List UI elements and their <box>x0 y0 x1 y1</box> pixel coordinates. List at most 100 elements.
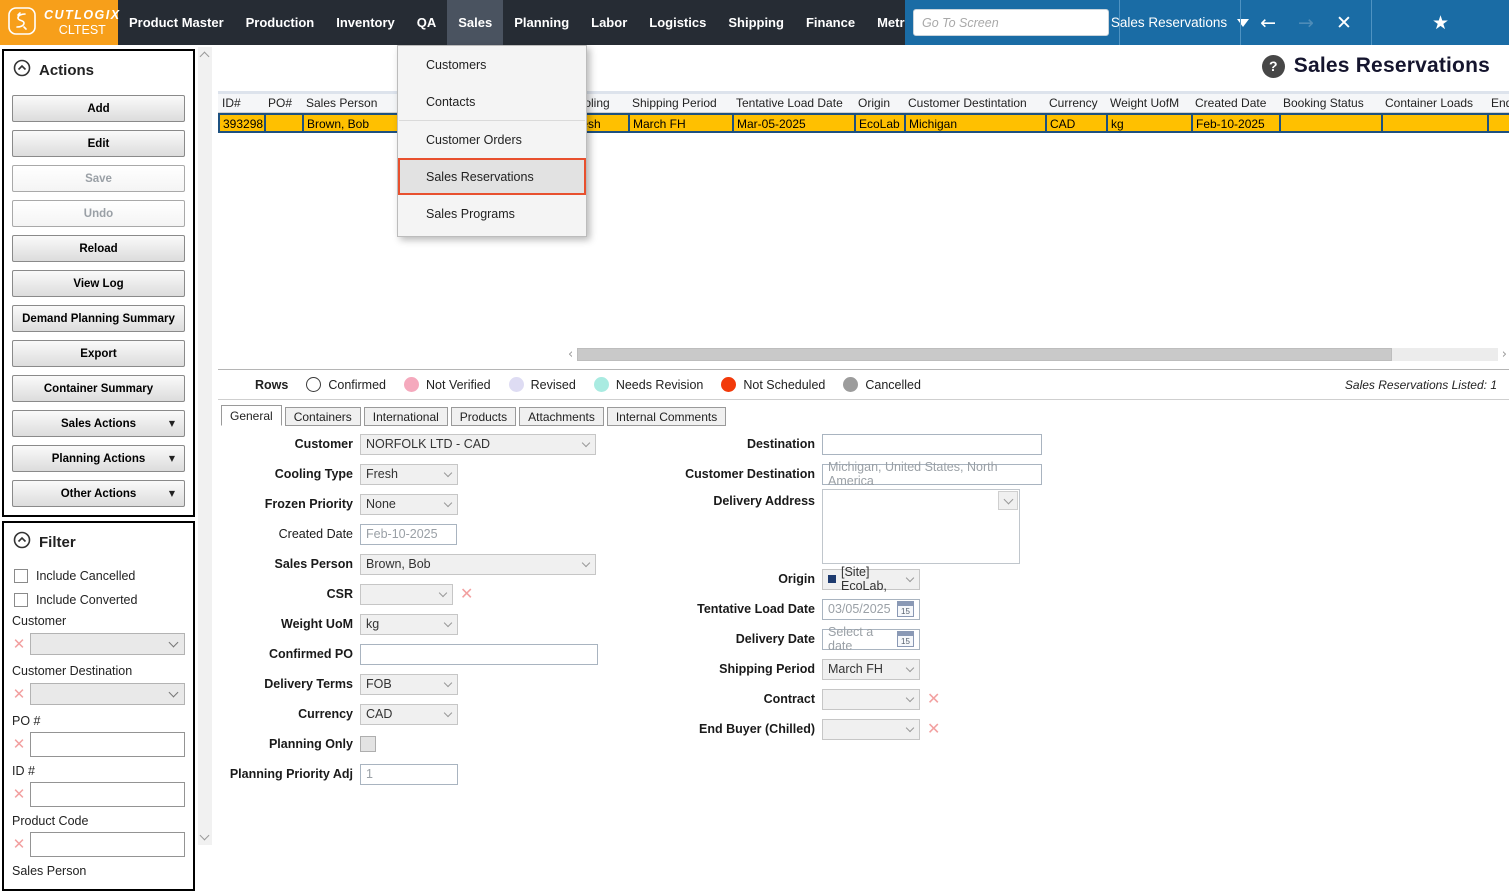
demand-planning-summary-button[interactable]: Demand Planning Summary <box>12 305 185 332</box>
sales-person-select[interactable]: Brown, Bob <box>360 554 596 575</box>
menu-item-finance[interactable]: Finance <box>795 0 866 45</box>
filter-product-code-input[interactable] <box>30 832 185 857</box>
confirmed-po-input[interactable] <box>360 644 598 665</box>
destination-input[interactable] <box>822 434 1042 455</box>
sales-menu-item-sales-reservations[interactable]: Sales Reservations <box>398 158 586 195</box>
filter-customer-destination-select[interactable] <box>30 683 185 705</box>
checkbox-icon[interactable] <box>14 569 28 583</box>
grid-horizontal-scrollbar[interactable]: ‹ › <box>568 347 1507 362</box>
sales-menu-item-sales-programs[interactable]: Sales Programs <box>398 195 586 232</box>
tab-general[interactable]: General <box>221 405 282 426</box>
collapse-filter-icon[interactable] <box>13 531 31 553</box>
column-header-currency[interactable]: Currency <box>1045 94 1106 112</box>
sales-actions-menu-button[interactable]: Sales Actions▼ <box>12 410 185 437</box>
scroll-down-icon[interactable] <box>200 831 210 841</box>
csr-select[interactable] <box>360 584 453 605</box>
column-header-created-date[interactable]: Created Date <box>1191 94 1279 112</box>
end-buyer-chilled-select[interactable] <box>822 719 920 740</box>
column-header-booking-status[interactable]: Booking Status <box>1279 94 1381 112</box>
shipping-period-select[interactable]: March FH <box>822 659 920 680</box>
edit-button[interactable]: Edit <box>12 130 185 157</box>
save-button[interactable]: Save <box>12 165 185 192</box>
sales-menu-item-contacts[interactable]: Contacts <box>398 83 586 120</box>
screen-selector[interactable]: Sales Reservations <box>1120 0 1240 45</box>
sidebar-scrollbar[interactable] <box>198 47 212 845</box>
scroll-left-icon[interactable]: ‹ <box>568 348 573 361</box>
scrollbar-track[interactable] <box>577 348 1498 361</box>
menu-item-planning[interactable]: Planning <box>503 0 580 45</box>
column-header-sales-person[interactable]: Sales Person <box>302 94 397 112</box>
clear-icon[interactable]: ✕ <box>927 721 940 737</box>
sales-menu-item-customer-orders[interactable]: Customer Orders <box>398 121 586 158</box>
clear-filter-icon[interactable]: ✕ <box>8 785 30 803</box>
container-summary-button[interactable]: Container Summary <box>12 375 185 402</box>
clear-icon[interactable]: ✕ <box>460 586 473 602</box>
created-date-input[interactable]: Feb-10-2025 <box>360 524 457 545</box>
add-button[interactable]: Add <box>12 95 185 122</box>
filter-id-input[interactable] <box>30 782 185 807</box>
checkbox-icon[interactable] <box>14 593 28 607</box>
scroll-up-icon[interactable] <box>200 52 210 62</box>
expand-button[interactable] <box>998 491 1018 510</box>
clear-icon[interactable]: ✕ <box>927 691 940 707</box>
other-actions-menu-button[interactable]: Other Actions▼ <box>12 480 185 507</box>
row-cell-origin[interactable]: EcoLab <box>856 115 906 131</box>
customer-destination-input[interactable]: Michigan, United States, North America <box>822 464 1042 485</box>
row-cell-tentative-load-date[interactable]: Mar-05-2025 <box>734 115 856 131</box>
tab-containers[interactable]: Containers <box>285 407 361 426</box>
column-header-end[interactable]: End <box>1487 94 1509 112</box>
clear-filter-icon[interactable]: ✕ <box>8 735 30 753</box>
filter-po-input[interactable] <box>30 732 185 757</box>
back-arrow-icon[interactable]: ← <box>1260 12 1276 34</box>
origin-select[interactable]: [Site] EcoLab, <box>822 569 920 590</box>
delivery-terms-select[interactable]: FOB <box>360 674 458 695</box>
scroll-right-icon[interactable]: › <box>1502 348 1507 361</box>
row-cell-id[interactable]: 393298 <box>220 115 266 131</box>
go-to-screen-input[interactable] <box>913 9 1109 36</box>
tab-attachments[interactable]: Attachments <box>519 407 604 426</box>
clear-filter-icon[interactable]: ✕ <box>8 835 30 853</box>
row-cell-currency[interactable]: CAD <box>1047 115 1108 131</box>
row-cell-container-loads[interactable] <box>1383 115 1489 131</box>
reload-button[interactable]: Reload <box>12 235 185 262</box>
menu-item-production[interactable]: Production <box>235 0 326 45</box>
weight-uom-select[interactable]: kg <box>360 614 458 635</box>
row-cell-end[interactable] <box>1489 115 1509 131</box>
row-cell-created-date[interactable]: Feb-10-2025 <box>1193 115 1281 131</box>
help-icon[interactable]: ? <box>1262 55 1285 78</box>
column-header-container-loads[interactable]: Container Loads <box>1381 94 1487 112</box>
export-button[interactable]: Export <box>12 340 185 367</box>
row-cell-weight-uofm[interactable]: kg <box>1108 115 1193 131</box>
planning-only-checkbox[interactable] <box>360 736 376 752</box>
view-log-button[interactable]: View Log <box>12 270 185 297</box>
undo-button[interactable]: Undo <box>12 200 185 227</box>
filter-checkbox-include-converted[interactable]: Include Converted <box>14 593 183 607</box>
column-header-tentative-load-date[interactable]: Tentative Load Date <box>732 94 854 112</box>
tentative-load-date-date-input[interactable]: 03/05/202515 <box>822 599 920 620</box>
filter-checkbox-include-cancelled[interactable]: Include Cancelled <box>14 569 183 583</box>
planning-actions-menu-button[interactable]: Planning Actions▼ <box>12 445 185 472</box>
sales-menu-item-customers[interactable]: Customers <box>398 46 586 83</box>
frozen-priority-select[interactable]: None <box>360 494 458 515</box>
menu-item-product-master[interactable]: Product Master <box>118 0 235 45</box>
row-cell-po[interactable] <box>266 115 304 131</box>
menu-item-shipping[interactable]: Shipping <box>717 0 795 45</box>
row-cell-shipping-period[interactable]: March FH <box>630 115 734 131</box>
calendar-icon[interactable]: 15 <box>897 631 914 647</box>
tab-international[interactable]: International <box>364 407 448 426</box>
row-cell-booking-status[interactable] <box>1281 115 1383 131</box>
menu-item-sales[interactable]: Sales <box>447 0 503 45</box>
filter-customer-select[interactable] <box>30 633 185 655</box>
contract-select[interactable] <box>822 689 920 710</box>
collapse-actions-icon[interactable] <box>13 59 31 81</box>
column-header-weight-uofm[interactable]: Weight UofM <box>1106 94 1191 112</box>
customer-select[interactable]: NORFOLK LTD - CAD <box>360 434 596 455</box>
column-header-po[interactable]: PO# <box>264 94 302 112</box>
currency-select[interactable]: CAD <box>360 704 458 725</box>
cooling-type-select[interactable]: Fresh <box>360 464 458 485</box>
tab-internal-comments[interactable]: Internal Comments <box>607 407 726 426</box>
column-header-id[interactable]: ID# <box>218 94 264 112</box>
menu-item-logistics[interactable]: Logistics <box>638 0 717 45</box>
menu-item-labor[interactable]: Labor <box>580 0 638 45</box>
planning-priority-adj-input[interactable]: 1 <box>360 764 458 785</box>
